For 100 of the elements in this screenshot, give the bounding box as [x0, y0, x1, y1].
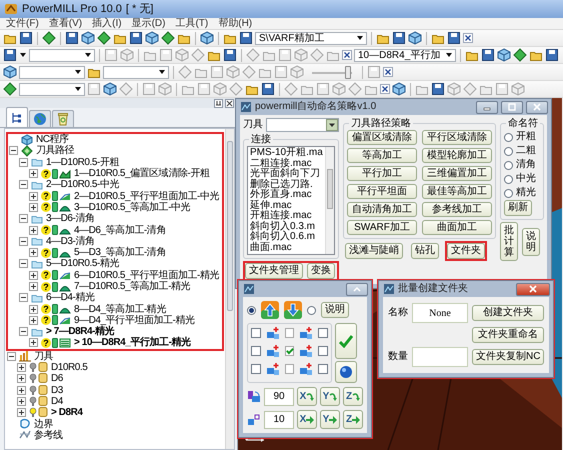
collapse-toggle[interactable]: [19, 214, 28, 224]
tree-item[interactable]: NC程序: [36, 134, 69, 146]
tree-item[interactable]: 3—D6-清角: [46, 213, 95, 224]
menu-item[interactable]: 文件(F): [6, 18, 39, 30]
radio-button[interactable]: [504, 188, 513, 198]
strategy-button[interactable]: 平行平坦面: [347, 184, 417, 199]
text-field[interactable]: [412, 347, 468, 367]
tree-item[interactable]: 刀具路径: [36, 145, 74, 156]
list-item[interactable]: 二粗连接.mac: [250, 158, 323, 169]
move-button[interactable]: Y: [320, 410, 340, 429]
strategy-button[interactable]: 等高加工: [347, 148, 417, 163]
tree-item[interactable]: 8—D4_等高加工-精光: [74, 304, 166, 315]
expand-toggle[interactable]: [17, 374, 26, 384]
collapse-toggle[interactable]: [19, 236, 28, 246]
strategy-button[interactable]: 三维偏置加工: [422, 166, 492, 181]
help-button[interactable]: 说明: [321, 302, 349, 318]
strategy-button[interactable]: 曲面加工: [422, 220, 492, 235]
expand-toggle[interactable]: [29, 338, 38, 348]
expand-toggle[interactable]: [17, 408, 26, 418]
tree-item[interactable]: 4—D3-清角: [46, 236, 95, 247]
tree-item[interactable]: 9—D4_平行平坦面加工-精光: [74, 314, 194, 326]
action-button[interactable]: 说明: [522, 228, 540, 256]
tree-item[interactable]: 5—D10R0.5-精光: [46, 258, 119, 270]
action-button[interactable]: 浅滩与陡峭: [345, 243, 403, 259]
checkbox[interactable]: [285, 328, 294, 338]
collapse-toggle[interactable]: [19, 180, 28, 190]
menu-item[interactable]: 工具(T): [175, 18, 208, 30]
dropdown[interactable]: S\VARF精加工: [255, 32, 367, 44]
strategy-button[interactable]: SWARF加工: [347, 220, 417, 235]
list-item[interactable]: 开粗连接.mac: [250, 211, 323, 222]
checkbox[interactable]: [251, 346, 261, 356]
tree-item[interactable]: D4: [51, 396, 63, 407]
expand-toggle[interactable]: [29, 282, 38, 291]
tree-item[interactable]: 1—D10R0.5_偏置区域清除-开粗: [74, 168, 210, 180]
radio-button[interactable]: [504, 146, 513, 156]
strategy-button[interactable]: 自动清角加工: [347, 202, 417, 217]
list-item[interactable]: 延伸.mac: [250, 200, 323, 211]
expand-toggle[interactable]: [29, 169, 38, 178]
menu-item[interactable]: 帮助(H): [218, 18, 252, 30]
rotate-button[interactable]: X: [297, 387, 317, 406]
collapse-toggle[interactable]: [9, 146, 18, 156]
scrollbar[interactable]: [325, 147, 334, 254]
scrollbar[interactable]: [225, 129, 234, 449]
strategy-button[interactable]: 平行区域清除: [422, 130, 492, 145]
cube-icon[interactable]: [408, 31, 422, 45]
tree-item[interactable]: D10R0.5: [51, 362, 88, 374]
tree-item[interactable]: 3—D10R0.5_等高加工-中光: [74, 202, 190, 213]
checkbox[interactable]: [285, 346, 294, 356]
checkbox[interactable]: [251, 328, 261, 338]
tree-item[interactable]: 参考线: [34, 430, 63, 441]
radio-button[interactable]: [504, 160, 513, 170]
text-field[interactable]: 10: [264, 410, 294, 428]
cube-icon[interactable]: [3, 65, 17, 79]
tree-item[interactable]: 6—D10R0.5_平行平坦面加工-精光: [74, 270, 219, 281]
expand-toggle[interactable]: [29, 316, 38, 325]
tree-item[interactable]: 2—D10R0.5-中光: [46, 179, 119, 190]
expand-toggle[interactable]: [29, 270, 38, 280]
expand-toggle[interactable]: [29, 202, 38, 212]
tree-item[interactable]: D6: [51, 373, 63, 384]
collapse-toggle[interactable]: [19, 158, 28, 167]
expand-toggle[interactable]: [17, 386, 26, 395]
cube-icon[interactable]: [145, 31, 159, 45]
radio-button[interactable]: [504, 132, 513, 142]
tree-item[interactable]: > 10—D8R4_平行加工-精光: [74, 337, 191, 348]
expand-toggle[interactable]: [29, 304, 38, 314]
minimize-button[interactable]: [476, 100, 498, 114]
strategy-button[interactable]: 偏置区域清除: [347, 130, 417, 145]
strategy-button[interactable]: 最佳等高加工: [422, 184, 492, 199]
expand-toggle[interactable]: [29, 248, 38, 258]
action-button[interactable]: 变换: [307, 263, 335, 279]
tree-item[interactable]: 刀具: [34, 350, 54, 362]
close-icon[interactable]: [225, 98, 234, 108]
tree-item[interactable]: > D8R4: [51, 407, 82, 418]
close-button[interactable]: [526, 100, 548, 114]
tree-item[interactable]: 7—D10R0.5_等高加工-精光: [74, 281, 190, 292]
up-arrow-icon[interactable]: [261, 301, 279, 319]
collapse-toggle[interactable]: [19, 259, 28, 268]
dropdown[interactable]: [266, 118, 339, 132]
down-arrow-icon[interactable]: [284, 301, 302, 319]
close-button[interactable]: [346, 282, 368, 296]
action-button[interactable]: 创建文件夹: [472, 305, 544, 321]
cube-icon[interactable]: [392, 82, 406, 96]
tree-item[interactable]: 6—D4-精光: [46, 292, 95, 304]
caret-icon[interactable]: [19, 51, 27, 59]
close-icon[interactable]: [380, 84, 390, 94]
tree-item[interactable]: > 7—D8R4-精光: [46, 326, 114, 338]
close-icon[interactable]: [463, 33, 473, 43]
pin-icon[interactable]: [214, 98, 223, 108]
rotate-button[interactable]: Y: [320, 387, 340, 406]
action-button[interactable]: 文件夹复制NC: [472, 349, 544, 365]
checkbox[interactable]: [318, 328, 328, 338]
expand-toggle[interactable]: [17, 396, 26, 406]
dropdown[interactable]: 10—D8R4_平行加: [354, 48, 456, 62]
radio-button[interactable]: [247, 306, 256, 314]
checkbox[interactable]: [251, 364, 261, 374]
text-field[interactable]: None: [412, 303, 468, 323]
list-item[interactable]: 光平面斜向下刀: [250, 169, 323, 180]
cube-icon[interactable]: [103, 82, 117, 96]
list-item[interactable]: PMS-10开粗.ma: [250, 148, 323, 158]
action-button[interactable]: 文件夹: [447, 243, 485, 259]
